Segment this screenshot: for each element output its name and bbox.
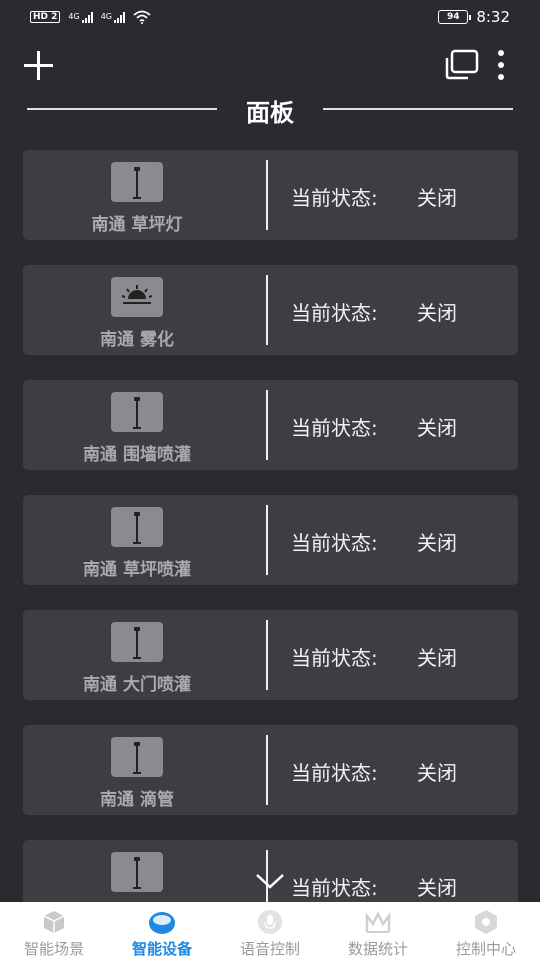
signal-2: 4G — [100, 11, 125, 23]
state-label: 当前状态: — [291, 646, 378, 670]
tab-smart-device[interactable]: 智能设备 — [108, 902, 216, 960]
tab-label: 智能场景 — [23, 940, 84, 958]
hexagon-icon — [475, 910, 497, 934]
wifi-icon — [133, 10, 151, 24]
device-name: 南通 滴管 — [100, 790, 174, 810]
lamp-post-icon — [111, 162, 163, 202]
status-left: HD 2 4G 4G — [30, 10, 151, 24]
device-name: 南通 草坪灯 — [91, 215, 183, 235]
state-value: 关闭 — [417, 876, 457, 900]
device-name: 南通 雾化 — [100, 330, 174, 350]
card-divider — [266, 390, 268, 460]
tab-voice-control[interactable]: 语音控制 — [216, 902, 324, 960]
network-type-2: 4G — [100, 11, 112, 21]
signal-bars-icon — [81, 11, 93, 23]
state-label: 当前状态: — [291, 186, 378, 210]
device-icon — [149, 912, 175, 934]
status-bar: HD 2 4G 4G 94 8:32 — [0, 0, 540, 34]
state-value: 关闭 — [417, 761, 457, 785]
plus-icon[interactable] — [22, 49, 56, 83]
clock: 8:32 — [476, 8, 510, 26]
status-right: 94 8:32 — [438, 8, 510, 26]
device-name: 南通 草坪喷灌 — [83, 560, 191, 580]
tab-label: 控制中心 — [455, 940, 516, 958]
state-value: 关闭 — [417, 416, 457, 440]
state-label: 当前状态: — [291, 416, 378, 440]
state-label: 当前状态: — [291, 761, 378, 785]
signal-bars-icon — [114, 11, 125, 23]
divider-left — [27, 108, 217, 110]
state-value: 关闭 — [417, 186, 457, 210]
state-label: 当前状态: — [291, 876, 378, 900]
card-divider — [266, 620, 268, 690]
battery-level: 94 — [447, 12, 460, 22]
state-value: 关闭 — [417, 301, 457, 325]
sunrise-icon — [111, 277, 163, 317]
cube-icon — [43, 911, 65, 933]
tab-label: 数据统计 — [347, 940, 408, 958]
tab-label: 智能设备 — [131, 940, 192, 958]
hd-badge: HD 2 — [30, 11, 61, 23]
lamp-post-icon — [111, 737, 163, 777]
device-card[interactable]: 南通 大门喷灌 当前状态: 关闭 — [23, 610, 518, 700]
bottom-tab-bar: 智能场景 智能设备 语音控制 数据统计 控制中心 — [0, 902, 540, 960]
microphone-icon — [258, 910, 282, 934]
card-divider — [266, 505, 268, 575]
device-card[interactable]: 南通 草坪喷灌 当前状态: 关闭 — [23, 495, 518, 585]
top-bar — [0, 40, 540, 90]
tab-statistics[interactable]: 数据统计 — [324, 902, 432, 960]
device-list: 南通 草坪灯 当前状态: 关闭 南通 雾化 当前状态: 关闭 南通 围墙喷灌 当… — [23, 150, 518, 955]
section-header: 面板 — [0, 90, 540, 130]
card-divider — [266, 160, 268, 230]
divider-right — [323, 108, 513, 110]
state-value: 关闭 — [417, 531, 457, 555]
tab-smart-scene[interactable]: 智能场景 — [0, 902, 108, 960]
lamp-post-icon — [111, 852, 163, 892]
state-label: 当前状态: — [291, 531, 378, 555]
device-card[interactable]: 南通 围墙喷灌 当前状态: 关闭 — [23, 380, 518, 470]
chart-icon — [365, 911, 391, 933]
card-divider — [266, 275, 268, 345]
device-card[interactable]: 南通 雾化 当前状态: 关闭 — [23, 265, 518, 355]
more-vertical-icon[interactable] — [494, 50, 508, 80]
lamp-post-icon — [111, 622, 163, 662]
copy-icon[interactable] — [444, 49, 480, 81]
device-name: 南通 大门喷灌 — [83, 675, 191, 695]
device-card[interactable]: 南通 草坪灯 当前状态: 关闭 — [23, 150, 518, 240]
lamp-post-icon — [111, 507, 163, 547]
signal-1: 4G — [68, 11, 93, 23]
card-divider — [266, 735, 268, 805]
page-title: 面板 — [246, 98, 294, 127]
lamp-post-icon — [111, 392, 163, 432]
chevron-down-icon[interactable] — [254, 870, 286, 892]
device-card[interactable]: 南通 滴管 当前状态: 关闭 — [23, 725, 518, 815]
state-value: 关闭 — [417, 646, 457, 670]
network-type-1: 4G — [68, 11, 80, 21]
device-name: 南通 围墙喷灌 — [83, 445, 191, 465]
state-label: 当前状态: — [291, 301, 378, 325]
tab-control-center[interactable]: 控制中心 — [432, 902, 540, 960]
tab-label: 语音控制 — [239, 940, 300, 958]
battery-icon: 94 — [438, 10, 472, 24]
